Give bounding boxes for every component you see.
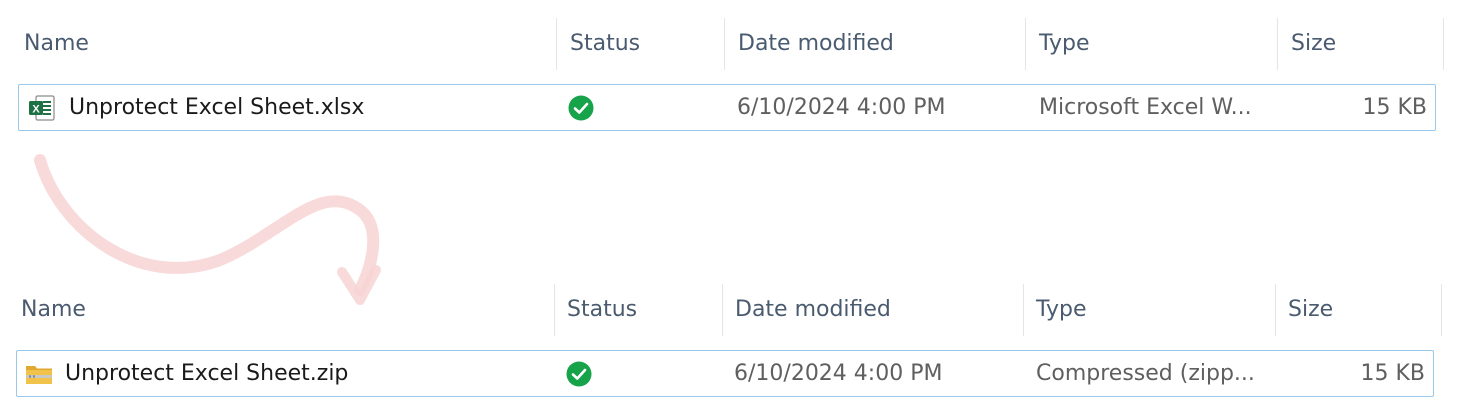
file-list-before: Name Status Date modified Type Size X Un… [0,0,1460,131]
file-type: Compressed (zipp... [1036,361,1255,386]
file-date-modified: 6/10/2024 4:00 PM [737,95,946,120]
file-name: Unprotect Excel Sheet.xlsx [69,95,365,120]
column-header-name[interactable]: Name [24,18,89,70]
column-header-size[interactable]: Size [1288,284,1333,336]
column-header-type[interactable]: Type [1036,284,1087,336]
column-header-size[interactable]: Size [1291,18,1336,70]
column-header-status[interactable]: Status [567,284,637,336]
column-header-row: Name Status Date modified Type Size [0,18,1460,70]
file-list-after: Name Status Date modified Type Size Unpr… [0,266,1460,397]
synced-check-icon [568,95,594,121]
svg-text:X: X [32,104,40,116]
zip-folder-icon [26,366,52,384]
column-header-row: Name Status Date modified Type Size [0,284,1460,336]
column-divider[interactable] [722,284,723,336]
column-header-date-modified[interactable]: Date modified [738,18,894,70]
file-row-xlsx[interactable]: X Unprotect Excel Sheet.xlsx 6/10/2024 4… [18,84,1436,131]
file-row-zip[interactable]: Unprotect Excel Sheet.zip 6/10/2024 4:00… [16,350,1434,397]
file-type: Microsoft Excel W... [1039,95,1252,120]
column-header-status[interactable]: Status [570,18,640,70]
column-divider[interactable] [1443,18,1444,70]
column-divider[interactable] [1023,284,1024,336]
column-divider[interactable] [1277,18,1278,70]
column-divider[interactable] [724,18,725,70]
column-header-name[interactable]: Name [21,284,86,336]
column-divider[interactable] [1025,18,1026,70]
column-divider[interactable] [1275,284,1276,336]
column-divider[interactable] [556,18,557,70]
file-size: 15 KB [1362,95,1427,120]
file-size: 15 KB [1360,361,1425,386]
column-divider[interactable] [1441,284,1442,336]
column-divider[interactable] [554,284,555,336]
file-date-modified: 6/10/2024 4:00 PM [734,361,943,386]
excel-file-icon: X [29,95,55,121]
column-header-date-modified[interactable]: Date modified [735,284,891,336]
file-name: Unprotect Excel Sheet.zip [65,361,349,386]
column-header-type[interactable]: Type [1039,18,1090,70]
synced-check-icon [566,361,592,387]
